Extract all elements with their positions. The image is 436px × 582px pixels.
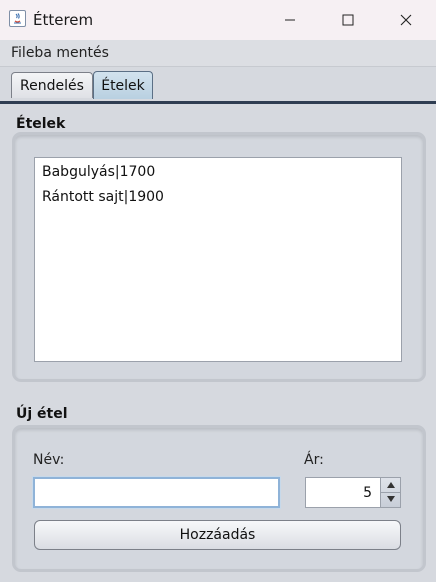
arrow-down-icon [386, 496, 395, 502]
minimize-button[interactable] [261, 0, 319, 40]
foods-section-title: Ételek [16, 116, 66, 132]
close-button[interactable] [377, 0, 435, 40]
price-spinner[interactable]: 5 [305, 477, 401, 508]
arrow-up-icon [386, 482, 395, 488]
menu-bar: Fileba mentés [0, 40, 436, 67]
new-food-section-title: Új étel [16, 406, 68, 422]
spinner-up-button[interactable] [381, 478, 400, 493]
maximize-button[interactable] [319, 0, 377, 40]
price-label: Ár: [304, 452, 324, 468]
spinner-down-button[interactable] [381, 492, 400, 506]
list-item[interactable]: Rántott sajt|1900 [42, 189, 164, 205]
tab-etelek[interactable]: Ételek [93, 71, 153, 99]
java-app-icon [9, 10, 26, 27]
window-title: Étterem [33, 11, 94, 29]
foods-list[interactable]: Babgulyás|1700 Rántott sajt|1900 [34, 157, 402, 362]
minimize-icon [285, 19, 295, 21]
name-input[interactable] [33, 477, 280, 508]
close-icon [400, 14, 412, 26]
menu-item-file-save[interactable]: Fileba mentés [11, 45, 109, 61]
tab-strip: Rendelés Ételek [0, 67, 436, 101]
title-bar: Étterem [0, 0, 436, 41]
tab-underline [0, 101, 436, 104]
spinner-buttons [380, 478, 400, 507]
add-button[interactable]: Hozzáadás [34, 520, 401, 550]
price-value[interactable]: 5 [363, 485, 372, 501]
list-item[interactable]: Babgulyás|1700 [42, 164, 155, 180]
name-label: Név: [33, 452, 65, 468]
tab-rendeles[interactable]: Rendelés [11, 72, 93, 98]
maximize-icon [342, 14, 354, 26]
